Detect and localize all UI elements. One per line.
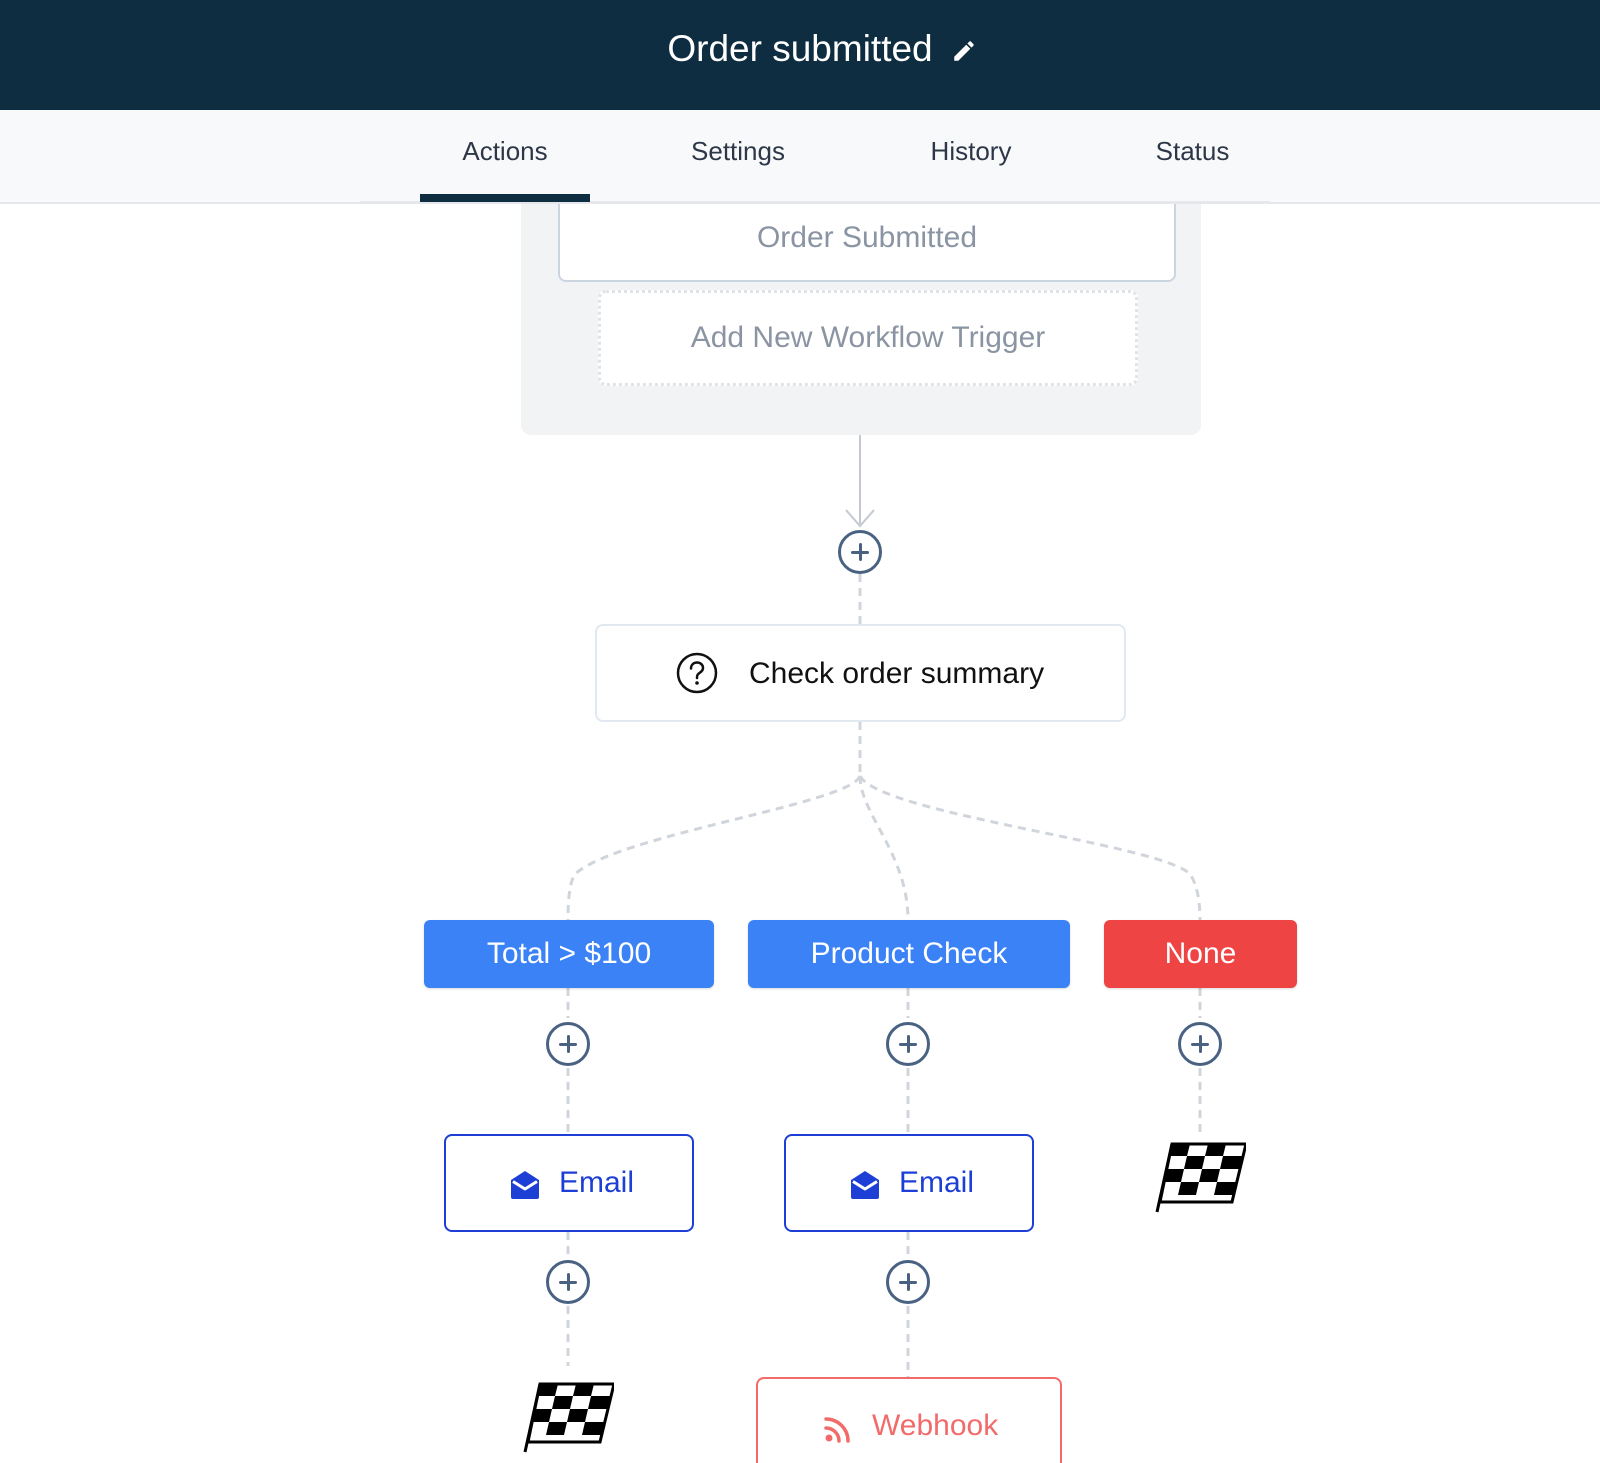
email-action-node[interactable]: Email	[444, 1134, 694, 1232]
workflow-header: Order submitted	[0, 0, 1600, 110]
pencil-icon[interactable]	[951, 38, 977, 64]
email-action-node[interactable]: Email	[784, 1134, 1034, 1232]
envelope-icon	[851, 1171, 879, 1199]
workflow-title-text: Order submitted	[667, 28, 933, 69]
branch-product-check[interactable]: Product Check	[748, 920, 1070, 988]
email-action-label: Email	[899, 1166, 975, 1199]
workflow-canvas: Order Submitted Add New Workflow Trigger…	[0, 204, 1600, 1463]
checkered-flag-icon	[1155, 1142, 1246, 1213]
add-workflow-trigger-button[interactable]: Add New Workflow Trigger	[598, 290, 1138, 386]
tab-history[interactable]: History	[896, 136, 1046, 176]
webhook-action-label: Webhook	[872, 1409, 999, 1442]
tab-bar: Actions Settings History Status	[0, 110, 1600, 204]
envelope-icon	[511, 1171, 539, 1199]
branch-none[interactable]: None	[1104, 920, 1297, 988]
add-step-plus-icon[interactable]	[886, 1022, 930, 1066]
condition-label: Check order summary	[749, 657, 1045, 690]
workflow-title: Order submitted	[0, 28, 1600, 70]
question-circle-icon	[676, 652, 718, 694]
email-action-label: Email	[559, 1166, 635, 1199]
trigger-panel: Order Submitted Add New Workflow Trigger	[521, 204, 1201, 435]
add-step-plus-icon[interactable]	[886, 1260, 930, 1304]
tab-settings[interactable]: Settings	[658, 136, 818, 176]
add-step-plus-icon[interactable]	[546, 1260, 590, 1304]
rss-icon	[824, 1417, 850, 1443]
condition-node[interactable]: Check order summary	[595, 624, 1126, 722]
trigger-order-submitted[interactable]: Order Submitted	[558, 204, 1176, 282]
add-step-plus-icon[interactable]	[838, 530, 882, 574]
checkered-flag-icon	[523, 1382, 614, 1453]
tab-actions[interactable]: Actions	[420, 136, 590, 176]
add-step-plus-icon[interactable]	[1178, 1022, 1222, 1066]
webhook-action-node[interactable]: Webhook	[756, 1377, 1062, 1463]
add-step-plus-icon[interactable]	[546, 1022, 590, 1066]
active-tab-indicator	[420, 194, 590, 202]
tab-status[interactable]: Status	[1120, 136, 1265, 176]
branch-total-over-100[interactable]: Total > $100	[424, 920, 714, 988]
